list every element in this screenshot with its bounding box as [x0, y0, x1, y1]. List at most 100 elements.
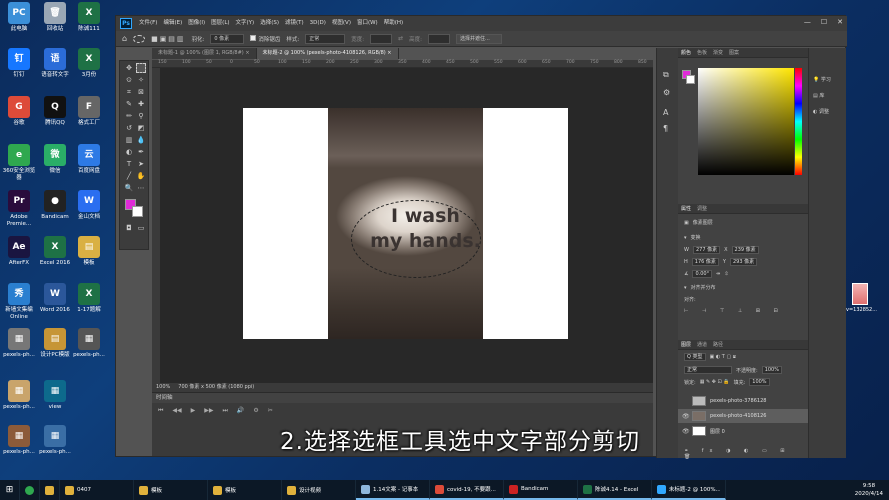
filter-icons[interactable]: ▣ ◐ T ▢ ⧈ [710, 354, 736, 360]
tab-color[interactable]: 颜色 [681, 48, 691, 57]
tab-paths[interactable]: 路径 [713, 340, 723, 349]
tab-properties[interactable]: 属性 [681, 204, 691, 213]
desktop-icon[interactable]: X 陈诚111 [72, 2, 106, 33]
first-frame-icon[interactable]: ⏮ [158, 407, 163, 415]
align-buttons-icon[interactable]: ⊢ ⊣ ⊤ ⊥ ⊞ ⊟ [684, 308, 784, 314]
desktop-icon[interactable]: ▤ 设计PC模版 [38, 328, 72, 359]
minimize-button[interactable]: — [804, 18, 811, 26]
frame-tool-icon[interactable]: ⊠ [136, 87, 146, 97]
paragraph-panel-icon[interactable]: ¶ [663, 124, 668, 133]
menu-window[interactable]: 窗口(W) [354, 16, 381, 31]
pen-tool-icon[interactable]: ✒ [136, 147, 146, 157]
h-input[interactable]: 176 像素 [691, 258, 719, 266]
path-select-tool-icon[interactable]: ➤ [136, 159, 146, 169]
w-input[interactable]: 277 像素 [692, 246, 721, 254]
desktop-icon[interactable]: PC 此电脑 [2, 2, 36, 33]
taskbar-item[interactable]: 陈诚4.14 - Excel [578, 480, 652, 500]
document-canvas[interactable]: I wash my hands. [243, 108, 568, 339]
desktop-icon[interactable]: 钉钉钉 [2, 48, 36, 79]
tab-adjustments[interactable]: 调整 [697, 204, 707, 213]
gradient-tool-icon[interactable]: ▥ [124, 135, 134, 145]
menu-help[interactable]: 帮助(H) [381, 16, 406, 31]
menu-edit[interactable]: 编辑(E) [160, 16, 185, 31]
layer-row[interactable]: pexels-photo-3786128 [678, 394, 808, 408]
brush-tool-icon[interactable]: ✏ [124, 111, 134, 121]
opacity-input[interactable]: 100% [761, 366, 782, 374]
desktop-icon[interactable]: X 3月份 [72, 48, 106, 79]
desktop-icon[interactable]: Pr Adobe Premie... [2, 190, 36, 227]
move-tool-icon[interactable]: ✥ [124, 63, 134, 73]
history-brush-tool-icon[interactable]: ↺ [124, 123, 134, 133]
desktop-icon[interactable]: ● Bandicam [38, 190, 72, 221]
tab-channels[interactable]: 通道 [697, 340, 707, 349]
flip-horizontal-icon[interactable]: ⇹ [716, 271, 720, 277]
desktop-icon[interactable]: W 金山文档 [72, 190, 106, 221]
select-and-mask-button[interactable]: 选择并遮住... [456, 33, 503, 44]
taskbar-item[interactable]: 模板 [134, 480, 208, 500]
quick-mask-icon[interactable]: ◘ [124, 223, 134, 233]
y-input[interactable]: 293 像素 [729, 258, 758, 266]
menu-3d[interactable]: 3D(D) [307, 16, 329, 31]
last-frame-icon[interactable]: ⏭ [223, 407, 228, 415]
360-browser-pin[interactable] [20, 480, 40, 500]
libraries-button[interactable]: ▤ 库 [813, 92, 824, 99]
layer-footer-icons[interactable]: ⚭ fx ◑ ◐ ▭ ⊞ 🗑 [684, 448, 808, 460]
desktop-icon[interactable]: X 1-17题解 [72, 283, 106, 314]
eye-icon[interactable]: 👁 [682, 413, 690, 420]
more-tools-icon[interactable]: ⋯ [136, 183, 146, 193]
blend-mode-select[interactable]: 正常 [684, 366, 732, 374]
menu-file[interactable]: 文件(F) [136, 16, 160, 31]
desktop-icon[interactable]: 语语音转文字 [38, 48, 72, 79]
desktop-icon[interactable]: W Word 2016 [38, 283, 72, 314]
background-color-swatch[interactable] [132, 206, 143, 217]
canvas-area[interactable]: I wash my hands. [160, 68, 653, 383]
desktop-icon[interactable]: Q 腾讯QQ [38, 96, 72, 127]
marquee-tool-icon[interactable] [136, 63, 146, 73]
desktop-icon[interactable]: 云百度网盘 [72, 144, 106, 175]
learn-button[interactable]: 💡 学习 [813, 76, 831, 83]
eyedropper-tool-icon[interactable]: ✎ [124, 99, 134, 109]
history-panel-icon[interactable]: ⧉ [663, 70, 669, 80]
menu-view[interactable]: 视图(V) [329, 16, 354, 31]
desktop-thumb-right[interactable] [852, 283, 868, 305]
taskbar-item[interactable]: Bandicam [504, 480, 578, 500]
split-icon[interactable]: ✂ [268, 407, 273, 415]
desktop-icon[interactable]: ▦ pexels-ph... [2, 380, 36, 411]
menu-filter[interactable]: 滤镜(T) [282, 16, 307, 31]
healing-brush-tool-icon[interactable]: ✚ [136, 99, 146, 109]
style-select[interactable]: 正常 [305, 33, 346, 44]
flip-vertical-icon[interactable]: ⇳ [724, 271, 728, 277]
tab-patterns[interactable]: 图案 [729, 48, 739, 57]
fill-input[interactable]: 100% [749, 378, 770, 386]
layer-row-selected[interactable]: 👁 pexels-photo-4108126 [678, 409, 808, 423]
next-frame-icon[interactable]: ▶▶ [204, 407, 213, 415]
desktop-icon[interactable]: 微微信 [38, 144, 72, 175]
feather-input[interactable]: 0 像素 [210, 33, 245, 44]
angle-input[interactable]: 0.00° [692, 270, 713, 278]
layer-row[interactable]: 👁 图层 0 [678, 424, 808, 438]
type-tool-icon[interactable]: T [124, 159, 134, 169]
menu-image[interactable]: 图像(I) [185, 16, 208, 31]
adjust-button[interactable]: ◐ 调整 [813, 108, 829, 115]
antialias-checkbox[interactable]: 消除锯齿 [250, 34, 280, 43]
desktop-icon[interactable]: ▦ view [38, 380, 72, 411]
eraser-tool-icon[interactable]: ◩ [136, 123, 146, 133]
height-input[interactable] [428, 33, 451, 44]
start-button[interactable]: ⊞ [0, 480, 20, 500]
taskbar-item[interactable]: 设计视频 [282, 480, 356, 500]
kind-filter-select[interactable]: Q 类型 [684, 353, 706, 361]
previous-frame-icon[interactable]: ◀◀ [172, 407, 181, 415]
taskbar-item[interactable]: 1.14文案 - 记事本 [356, 480, 430, 500]
eye-icon[interactable]: 👁 [682, 428, 690, 435]
play-icon[interactable]: ▶ [191, 407, 196, 415]
hand-tool-icon[interactable]: ✋ [136, 171, 146, 181]
elliptical-selection[interactable] [351, 200, 481, 278]
swap-icon[interactable]: ⇄ [398, 35, 403, 42]
collapse-icon[interactable]: ▾ [684, 235, 687, 241]
maximize-button[interactable]: ☐ [821, 18, 827, 26]
taskbar-item[interactable]: 0407 [60, 480, 134, 500]
character-panel-icon[interactable]: A [663, 108, 668, 117]
close-button[interactable]: ✕ [837, 18, 843, 26]
color-picker-field[interactable] [698, 68, 794, 175]
menu-layer[interactable]: 图层(L) [208, 16, 232, 31]
